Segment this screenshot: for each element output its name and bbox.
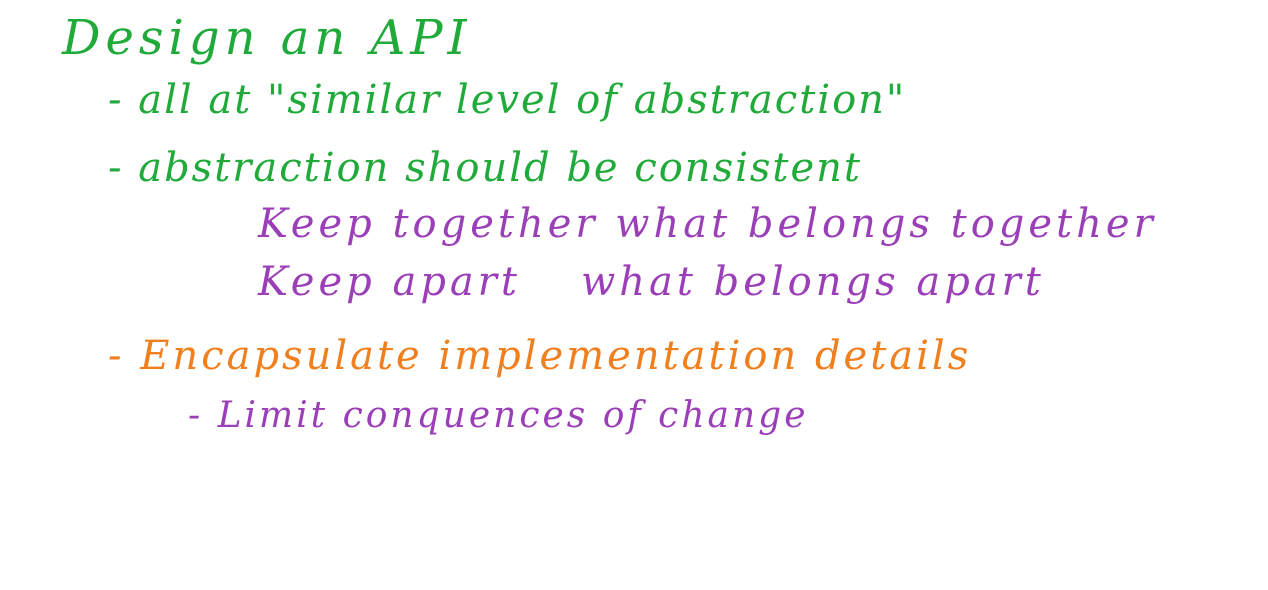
whiteboard-canvas: Design an API - all at "similar level of…	[0, 0, 1268, 590]
note-sub-keep-together: Keep together what belongs together	[258, 201, 1157, 247]
note-sub-limit-change: - Limit conquences of change	[188, 395, 809, 436]
note-bullet-encapsulate: - Encapsulate implementation details	[108, 333, 972, 379]
note-bullet-abstraction-level: - all at "similar level of abstraction"	[108, 77, 907, 123]
note-sub-keep-apart-part-1: Keep apart	[258, 259, 521, 305]
note-title: Design an API	[62, 10, 472, 66]
note-sub-keep-apart-part-2: what belongs apart	[580, 259, 1045, 305]
note-sub-keep-apart: Keep apart what belongs apart	[258, 262, 1045, 302]
note-bullet-consistent-abstraction: - abstraction should be consistent	[108, 145, 862, 191]
